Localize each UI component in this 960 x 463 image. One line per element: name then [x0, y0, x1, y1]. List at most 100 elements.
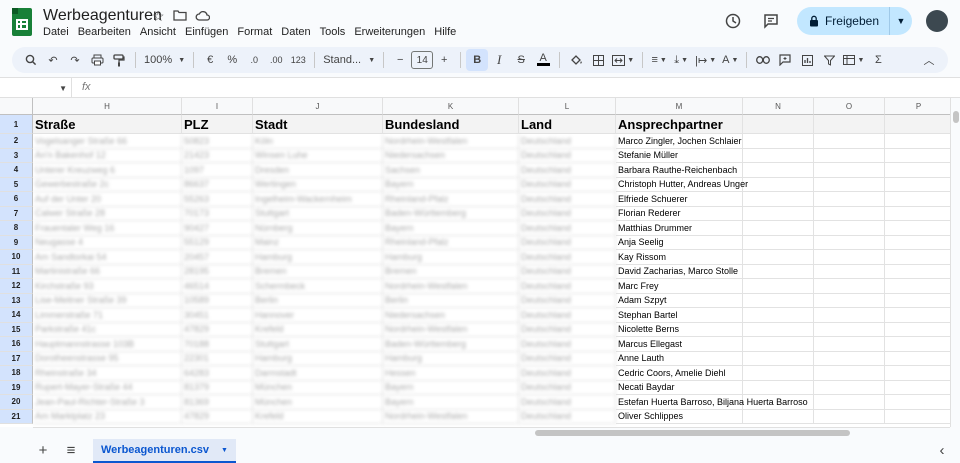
row-header[interactable]: 16: [0, 337, 33, 352]
table-cell[interactable]: 64283: [182, 366, 253, 381]
menu-item[interactable]: Daten: [281, 25, 310, 39]
table-cell[interactable]: [885, 366, 950, 381]
table-cell[interactable]: Marcus Ellegast: [616, 337, 743, 352]
table-cell[interactable]: Deutschland: [519, 279, 616, 294]
table-cell[interactable]: Vogelsanger Straße 66: [33, 134, 182, 149]
table-cell[interactable]: [814, 235, 885, 250]
table-cell[interactable]: Bayern: [383, 395, 519, 410]
menu-item[interactable]: Datei: [43, 25, 69, 39]
table-cell[interactable]: Deutschland: [519, 148, 616, 163]
table-cell[interactable]: Am Marktplatz 23: [33, 409, 182, 424]
table-cell[interactable]: Nordrhein-Westfalen: [383, 134, 519, 149]
table-cell[interactable]: 21423: [182, 148, 253, 163]
table-cell[interactable]: Deutschland: [519, 134, 616, 149]
table-cell[interactable]: [743, 177, 814, 192]
table-cell[interactable]: Auf der Unter 20: [33, 192, 182, 207]
table-cell[interactable]: Bayern: [383, 380, 519, 395]
table-cell[interactable]: Nordrhein-Westfalen: [383, 279, 519, 294]
table-cell[interactable]: Martinistraße 66: [33, 264, 182, 279]
table-cell[interactable]: Dresden: [253, 163, 383, 178]
table-cell[interactable]: Calwer Straße 28: [33, 206, 182, 221]
scroll-thumb[interactable]: [535, 430, 850, 436]
table-cell[interactable]: Deutschland: [519, 177, 616, 192]
table-cell[interactable]: [814, 351, 885, 366]
table-cell[interactable]: Limmerstraße 71: [33, 308, 182, 323]
table-cell[interactable]: Deutschland: [519, 293, 616, 308]
increase-decimal-button[interactable]: .00: [265, 49, 287, 71]
table-cell[interactable]: Schermbeck: [253, 279, 383, 294]
table-cell[interactable]: [743, 163, 814, 178]
table-cell[interactable]: [885, 163, 950, 178]
more-formats-button[interactable]: 123: [287, 49, 309, 71]
header-cell[interactable]: PLZ: [182, 115, 253, 134]
row-header[interactable]: 1: [0, 115, 33, 134]
row-header[interactable]: 17: [0, 351, 33, 366]
share-dropdown-icon[interactable]: ▼: [890, 7, 912, 35]
table-cell[interactable]: Rheinland-Pfalz: [383, 235, 519, 250]
table-cell[interactable]: Gewerbestraße 2c: [33, 177, 182, 192]
table-cell[interactable]: Hamburg: [383, 250, 519, 265]
table-cell[interactable]: Bayern: [383, 177, 519, 192]
table-cell[interactable]: Stuttgart: [253, 337, 383, 352]
table-cell[interactable]: Hessen: [383, 366, 519, 381]
table-cell[interactable]: [885, 265, 950, 279]
table-cell[interactable]: Hamburg: [383, 351, 519, 366]
bold-icon[interactable]: B: [466, 49, 489, 71]
table-cell[interactable]: [814, 366, 885, 381]
header-cell[interactable]: Stadt: [253, 115, 383, 134]
row-header[interactable]: 12: [0, 279, 33, 294]
header-cell[interactable]: Ansprechpartner: [616, 115, 743, 134]
cloud-status-icon[interactable]: [195, 8, 210, 25]
table-cell[interactable]: [743, 293, 814, 308]
table-cell[interactable]: [814, 395, 885, 410]
menu-item[interactable]: Format: [237, 25, 272, 39]
table-cell[interactable]: David Zacharias, Marco Stolle: [616, 264, 743, 279]
vertical-scrollbar[interactable]: [950, 98, 960, 427]
table-cell[interactable]: [743, 409, 814, 424]
text-rotation-icon[interactable]: A ▼: [719, 49, 741, 71]
column-header-o[interactable]: O: [814, 98, 885, 115]
table-cell[interactable]: Kay Rissom: [616, 250, 743, 265]
table-cell[interactable]: Wertingen: [253, 177, 383, 192]
text-color-icon[interactable]: A: [532, 49, 554, 71]
table-cell[interactable]: [885, 178, 950, 192]
redo-icon[interactable]: ↷: [64, 49, 86, 71]
table-cell[interactable]: [885, 221, 950, 236]
sheets-logo-icon[interactable]: [12, 8, 32, 36]
table-cell[interactable]: Am Sandtorkai 54: [33, 250, 182, 265]
table-cell[interactable]: [743, 250, 814, 265]
table-cell[interactable]: [885, 236, 950, 250]
table-cell[interactable]: Elfriede Schuerer: [616, 192, 743, 207]
table-cell[interactable]: 86637: [182, 177, 253, 192]
horizontal-align-icon[interactable]: ≡ ▼: [648, 49, 670, 71]
table-cell[interactable]: Bremen: [253, 264, 383, 279]
header-cell[interactable]: [743, 115, 814, 134]
column-header-j[interactable]: J: [253, 98, 383, 115]
table-cell[interactable]: [743, 308, 814, 323]
table-cell[interactable]: Deutschland: [519, 366, 616, 381]
table-cell[interactable]: Hannover: [253, 308, 383, 323]
insert-link-icon[interactable]: [752, 49, 774, 71]
row-header[interactable]: 8: [0, 221, 33, 236]
avatar[interactable]: [926, 10, 948, 32]
table-cell[interactable]: [814, 337, 885, 352]
header-cell[interactable]: [885, 115, 950, 134]
share-button[interactable]: Freigeben: [797, 7, 890, 35]
functions-icon[interactable]: Σ: [867, 49, 889, 71]
scroll-thumb[interactable]: [953, 111, 959, 123]
table-cell[interactable]: 20457: [182, 250, 253, 265]
table-cell[interactable]: Necati Baydar: [616, 380, 743, 395]
filter-views-icon[interactable]: ▼: [840, 49, 867, 71]
row-header[interactable]: 21: [0, 409, 33, 424]
table-cell[interactable]: Stuttgart: [253, 206, 383, 221]
row-header[interactable]: 3: [0, 148, 33, 163]
table-cell[interactable]: Deutschland: [519, 337, 616, 352]
increase-font-size-icon[interactable]: +: [433, 49, 455, 71]
select-all-corner[interactable]: [0, 98, 33, 115]
table-cell[interactable]: [814, 250, 885, 265]
table-cell[interactable]: [743, 380, 814, 395]
table-cell[interactable]: Darmstadt: [253, 366, 383, 381]
row-header[interactable]: 10: [0, 250, 33, 265]
all-sheets-icon[interactable]: ≡: [59, 438, 83, 462]
search-menus-icon[interactable]: [20, 49, 42, 71]
